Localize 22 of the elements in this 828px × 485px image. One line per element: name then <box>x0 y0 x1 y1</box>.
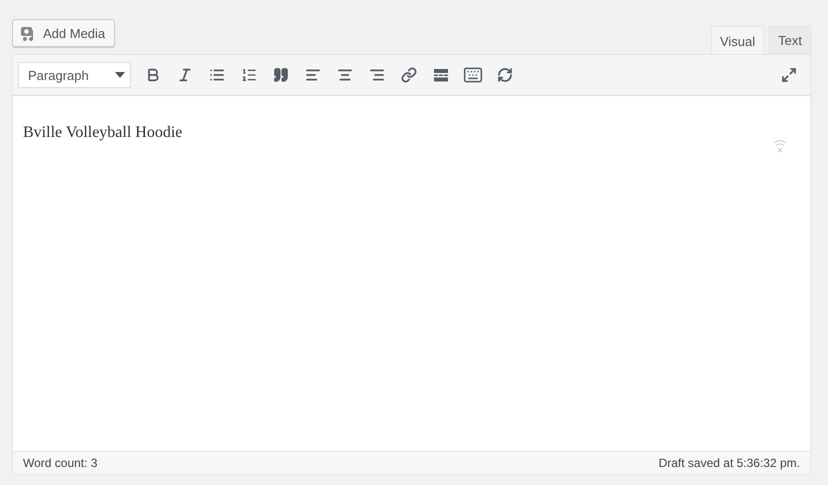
draft-saved-status: Draft saved at 5:36:32 pm. <box>658 456 800 470</box>
connection-icon <box>772 138 788 154</box>
read-more-icon <box>433 68 449 82</box>
refresh-icon <box>497 67 513 83</box>
italic-icon <box>177 67 193 83</box>
caret-icon <box>115 72 125 78</box>
editor-tab[interactable]: Text <box>769 26 811 54</box>
numbered-list-icon <box>241 67 257 83</box>
align-center-icon <box>337 67 353 83</box>
link-icon <box>401 67 417 83</box>
format-select[interactable]: Paragraph <box>18 62 131 88</box>
quote-icon <box>273 67 289 83</box>
editor-text: Bville Volleyball Hoodie <box>23 124 184 142</box>
editor-tab[interactable]: Visual <box>710 26 764 55</box>
add-media-button[interactable]: Add Media <box>12 19 116 47</box>
align-left-icon <box>305 67 321 83</box>
bold-icon <box>145 67 161 83</box>
bullet-list-icon <box>209 67 225 83</box>
fullscreen-icon <box>781 67 797 83</box>
align-right-icon <box>369 67 385 83</box>
keyboard-icon <box>463 65 483 85</box>
word-count: Word count: 3 <box>23 456 98 470</box>
